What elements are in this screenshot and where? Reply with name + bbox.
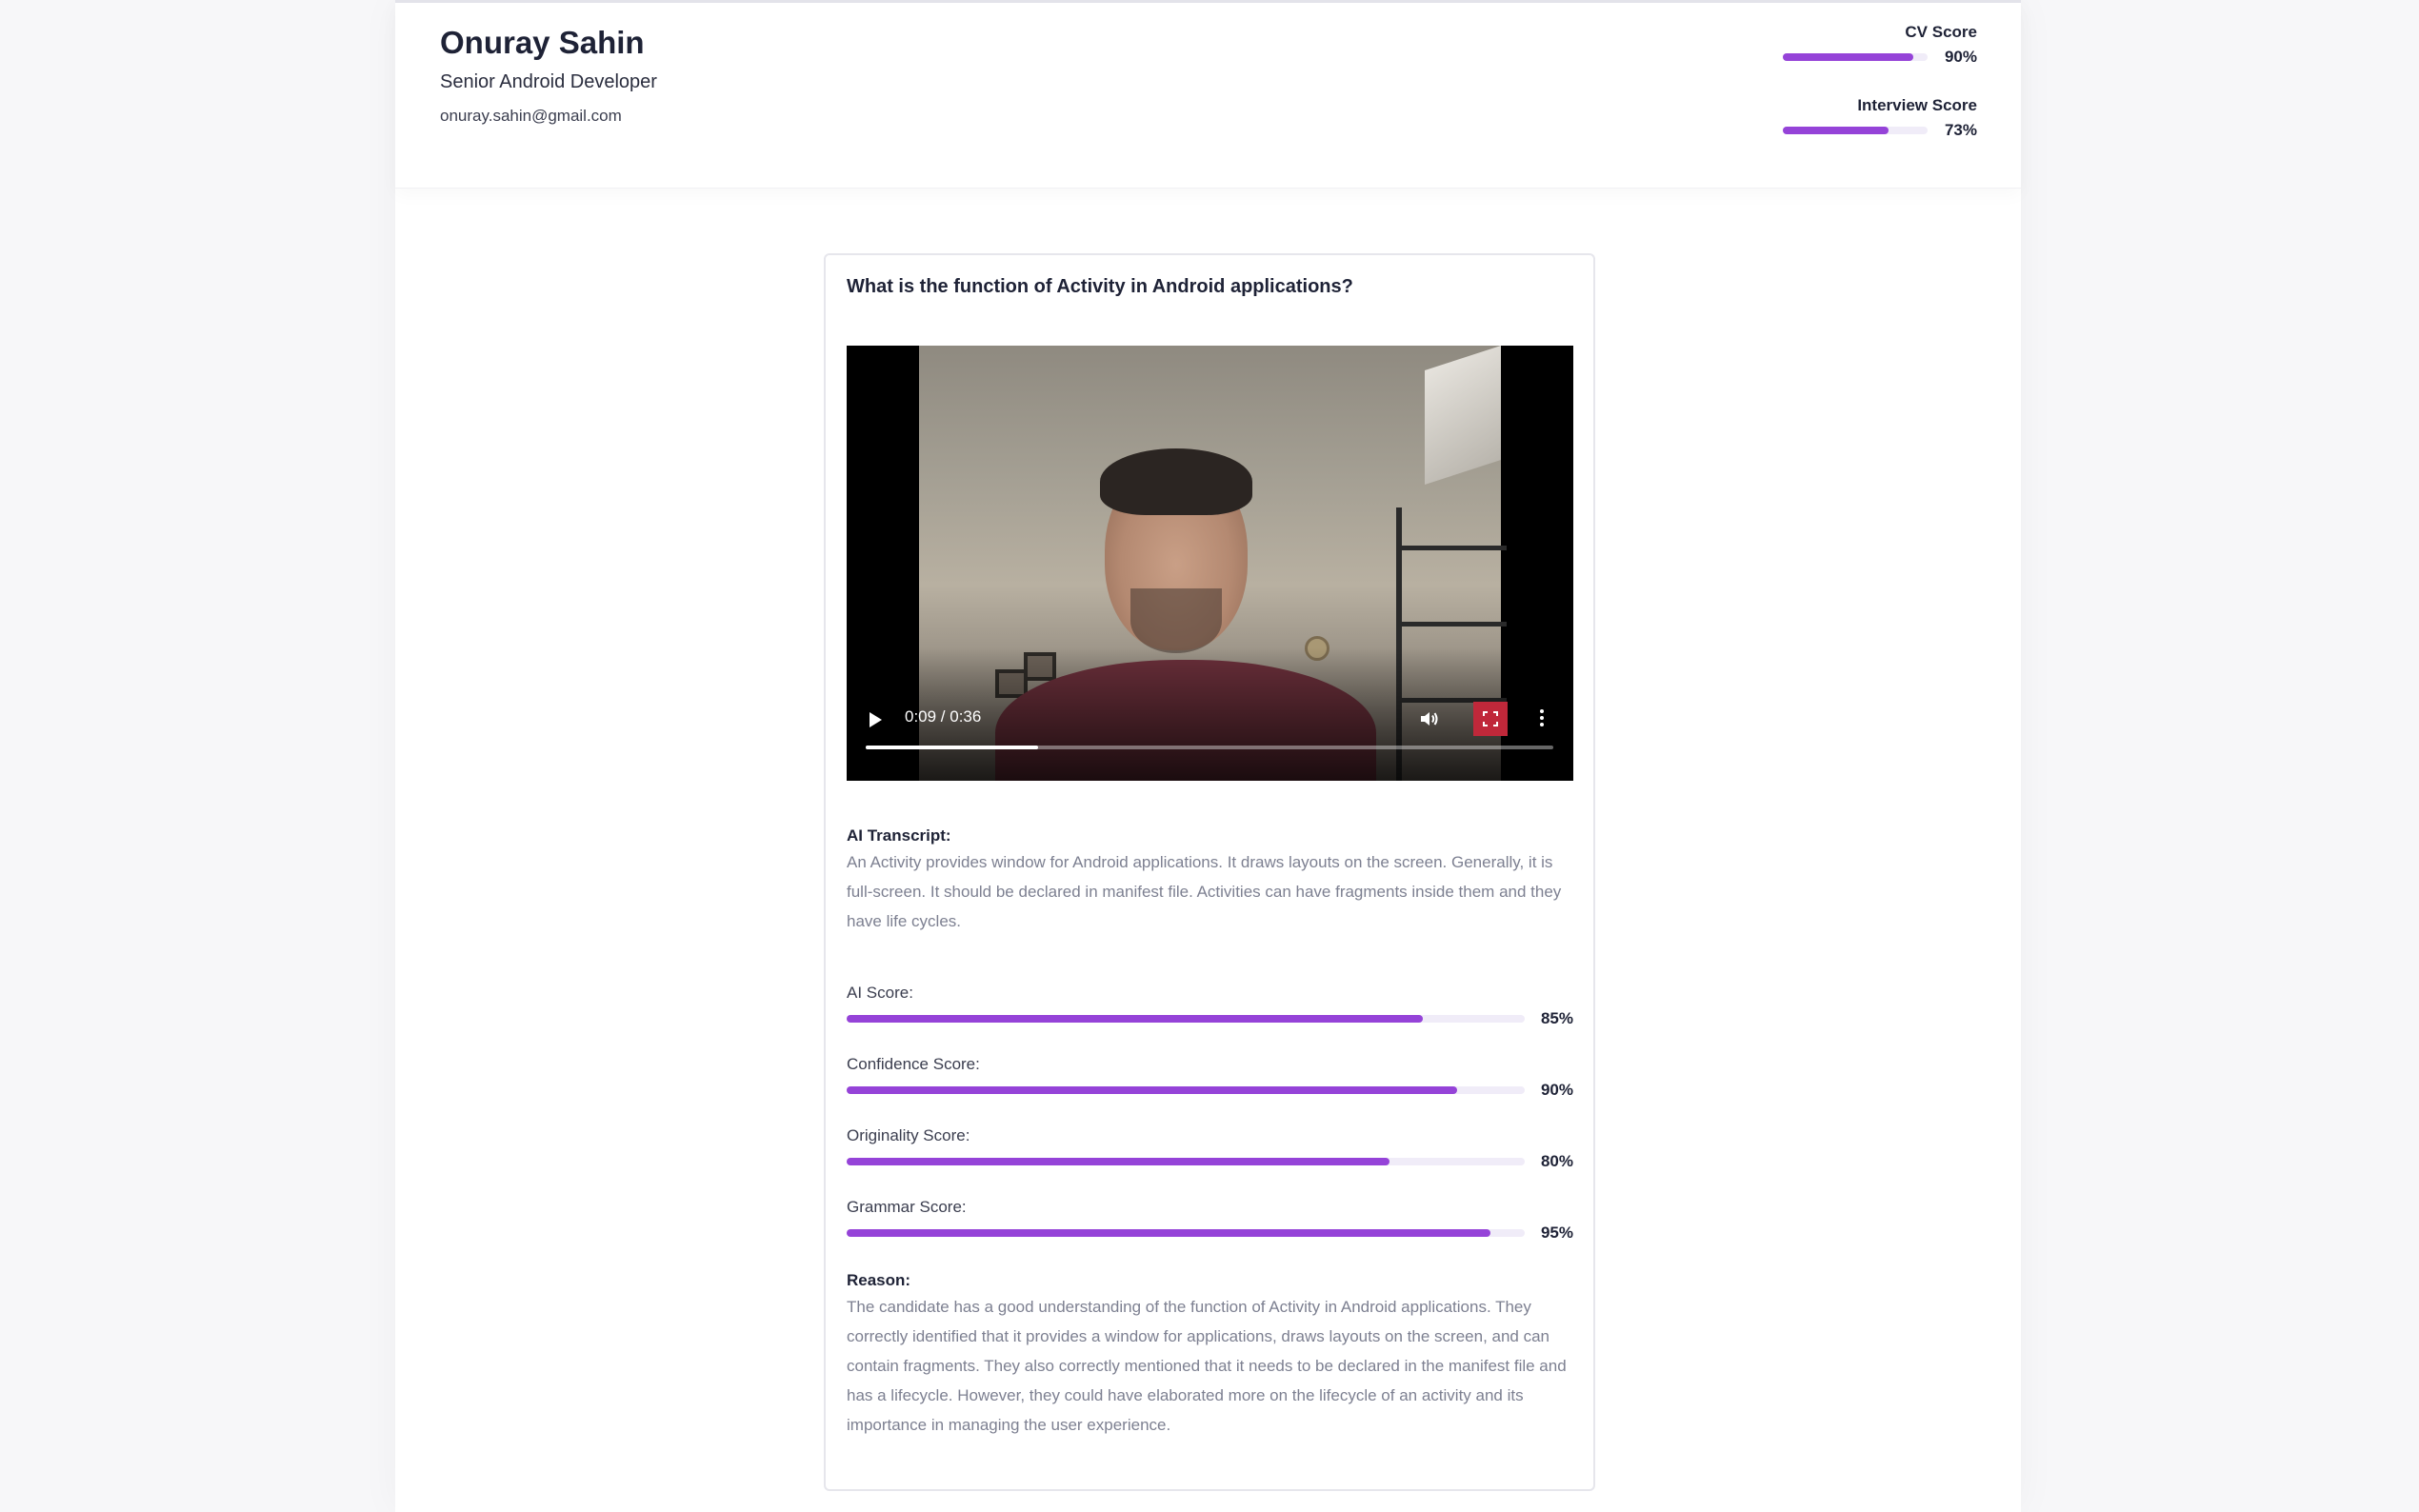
originality-score-label: Originality Score: — [847, 1126, 970, 1144]
interview-score-bar — [1783, 127, 1928, 134]
ai-score: AI Score: 85% — [847, 984, 1573, 1041]
ai-score-bar-fill — [847, 1015, 1424, 1023]
cv-score-bar — [1783, 53, 1928, 61]
person-hair — [1100, 448, 1252, 515]
transcript-label: AI Transcript: — [847, 826, 951, 845]
candidate-role: Senior Android Developer — [440, 71, 657, 92]
confidence-score-label: Confidence Score: — [847, 1055, 980, 1073]
interview-score-value: 73% — [1944, 121, 1977, 139]
ai-score-value: 85% — [1540, 1009, 1573, 1027]
video-progress-track[interactable] — [866, 746, 1553, 749]
top-divider — [395, 0, 2021, 3]
cv-score-label: CV Score — [1905, 23, 1977, 41]
play-icon[interactable] — [870, 712, 882, 727]
candidate-name: Onuray Sahin — [440, 25, 645, 60]
fullscreen-icon[interactable] — [1473, 702, 1508, 736]
grammar-score-label: Grammar Score: — [847, 1198, 967, 1216]
cv-score: CV Score 90% — [1768, 23, 1977, 67]
reason-label: Reason: — [847, 1271, 911, 1289]
originality-score-bar — [847, 1158, 1525, 1165]
more-options-icon[interactable] — [1540, 709, 1544, 726]
air-conditioner — [1425, 346, 1501, 485]
grammar-score-bar — [847, 1229, 1525, 1237]
video-time: 0:09 / 0:36 — [905, 707, 982, 726]
grammar-score-bar-fill — [847, 1229, 1491, 1237]
ai-score-bar — [847, 1015, 1525, 1023]
confidence-score-value: 90% — [1540, 1081, 1573, 1099]
volume-icon[interactable] — [1418, 707, 1441, 730]
ai-score-label: AI Score: — [847, 984, 913, 1002]
originality-score-value: 80% — [1540, 1152, 1573, 1170]
video-player[interactable]: 0:09 / 0:36 — [847, 346, 1573, 781]
confidence-score-bar — [847, 1086, 1525, 1094]
candidate-email: onuray.sahin@gmail.com — [440, 107, 622, 125]
transcript-text: An Activity provides window for Android … — [847, 853, 1562, 930]
page-container: Onuray Sahin Senior Android Developer on… — [395, 0, 2021, 1512]
originality-score: Originality Score: 80% — [847, 1126, 1573, 1184]
originality-score-bar-fill — [847, 1158, 1389, 1165]
interview-score-bar-fill — [1783, 127, 1889, 134]
question-card: What is the function of Activity in Andr… — [824, 253, 1595, 1491]
video-progress-fill — [866, 746, 1038, 749]
candidate-header: Onuray Sahin Senior Android Developer on… — [395, 0, 2021, 189]
grammar-score: Grammar Score: 95% — [847, 1198, 1573, 1255]
reason-text: The candidate has a good understanding o… — [847, 1298, 1567, 1434]
question-title: What is the function of Activity in Andr… — [847, 276, 1353, 297]
cv-score-bar-fill — [1783, 53, 1913, 61]
grammar-score-value: 95% — [1540, 1224, 1573, 1242]
confidence-score: Confidence Score: 90% — [847, 1055, 1573, 1112]
interview-score: Interview Score 73% — [1768, 96, 1977, 140]
person-beard — [1130, 588, 1222, 653]
cv-score-value: 90% — [1944, 48, 1977, 66]
confidence-score-bar-fill — [847, 1086, 1457, 1094]
interview-score-label: Interview Score — [1857, 96, 1977, 114]
